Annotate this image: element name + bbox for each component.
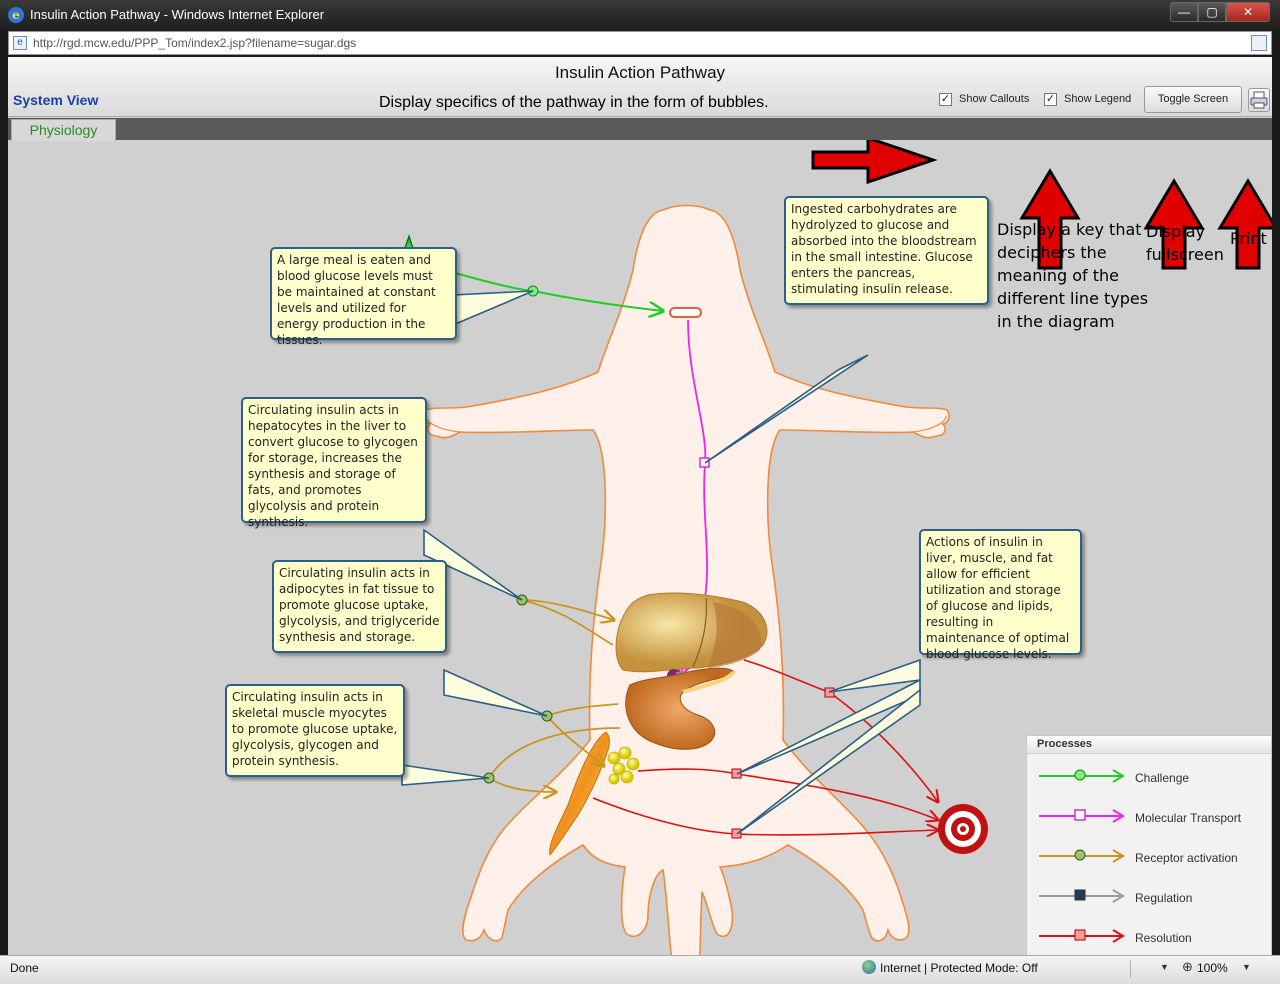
internet-globe-icon [862,960,876,974]
legend-item-receptor-activation: Receptor activation [1027,838,1271,878]
legend-item-regulation: Regulation [1027,878,1271,918]
status-text: Done [10,961,39,975]
show-callouts-label[interactable]: Show Callouts [959,93,1029,105]
legend-item-resolution: Resolution [1027,918,1271,955]
intestine-node[interactable] [669,307,702,318]
transport-node[interactable] [699,457,710,468]
security-zone[interactable]: Internet | Protected Mode: Off [880,961,1038,975]
resolution-line-icon [1039,929,1125,943]
chevron-down-icon[interactable]: ▼ [1160,962,1169,972]
page-title: Insulin Action Pathway [554,63,726,82]
legend-item-challenge: Challenge [1027,758,1271,798]
system-view-link[interactable]: System View [13,92,98,108]
app-header: Insulin Action Pathway System View Displ… [8,57,1272,117]
regulation-line-icon [1039,889,1125,903]
print-annotation: Print [1230,229,1267,248]
legend-item-molecular-transport: Molecular Transport [1027,798,1271,838]
chevron-down-icon[interactable]: ▼ [1242,962,1251,972]
processes-legend: Processes Challenge Molecular Transport [1026,735,1272,955]
red-arrow-up-icon [1217,178,1272,270]
maximize-button[interactable]: ▢ [1198,2,1226,22]
zoom-icon[interactable]: ⊕ [1182,959,1193,975]
muscle-resolution-node[interactable] [731,828,742,839]
callout-fat[interactable]: Circulating insulin acts in adipocytes i… [272,560,447,653]
status-separator [1130,960,1131,978]
callout-muscle[interactable]: Circulating insulin acts in skeletal mus… [225,684,405,777]
tab-physiology[interactable]: Physiology [11,119,116,141]
compatibility-view-icon[interactable] [1251,35,1267,51]
show-legend-checkbox[interactable]: ✓ [1044,93,1057,106]
window-title: Insulin Action Pathway - Windows Interne… [30,7,325,22]
window-titlebar: e Insulin Action Pathway - Windows Inter… [0,0,1280,30]
printer-icon [1250,91,1268,109]
molecular-transport-line-icon [1039,809,1125,823]
content-viewport: Insulin Action Pathway System View Displ… [8,57,1272,955]
fullscreen-annotation: Display fullscreen [1146,222,1224,264]
challenge-line-icon [1039,769,1125,783]
callout-actions[interactable]: Actions of insulin in liver, muscle, and… [919,529,1082,661]
print-button[interactable] [1248,88,1270,112]
minimize-button[interactable]: — [1170,2,1198,22]
address-url[interactable]: http://rgd.mcw.edu/PPP_Tom/index2.jsp?fi… [33,36,356,50]
status-bar: Done Internet | Protected Mode: Off ▼ ⊕ … [0,955,1280,984]
callout-ingested[interactable]: Ingested carbohydrates are hydrolyzed to… [784,196,989,305]
red-arrow-right-icon [811,140,938,185]
receptor-activation-line-icon [1039,849,1125,863]
legend-annotation: Display a key that deciphers the meaning… [997,220,1149,331]
page-icon: e [13,36,27,50]
callout-liver[interactable]: Circulating insulin acts in hepatocytes … [241,397,427,529]
address-bar[interactable]: e http://rgd.mcw.edu/PPP_Tom/index2.jsp?… [8,31,1272,55]
show-legend-label[interactable]: Show Legend [1064,93,1131,105]
tab-strip [8,118,1272,140]
ie-logo-icon: e [8,7,24,23]
legend-title: Processes [1027,736,1271,754]
callout-meal[interactable]: A large meal is eaten and blood glucose … [270,247,457,347]
callouts-annotation: Display specifics of the pathway in the … [379,94,769,111]
show-callouts-checkbox[interactable]: ✓ [939,93,952,106]
toggle-screen-button[interactable]: Toggle Screen [1144,86,1242,113]
close-button[interactable]: ✕ [1226,2,1270,22]
target-icon[interactable] [938,804,988,854]
zoom-level[interactable]: 100% [1197,961,1228,975]
